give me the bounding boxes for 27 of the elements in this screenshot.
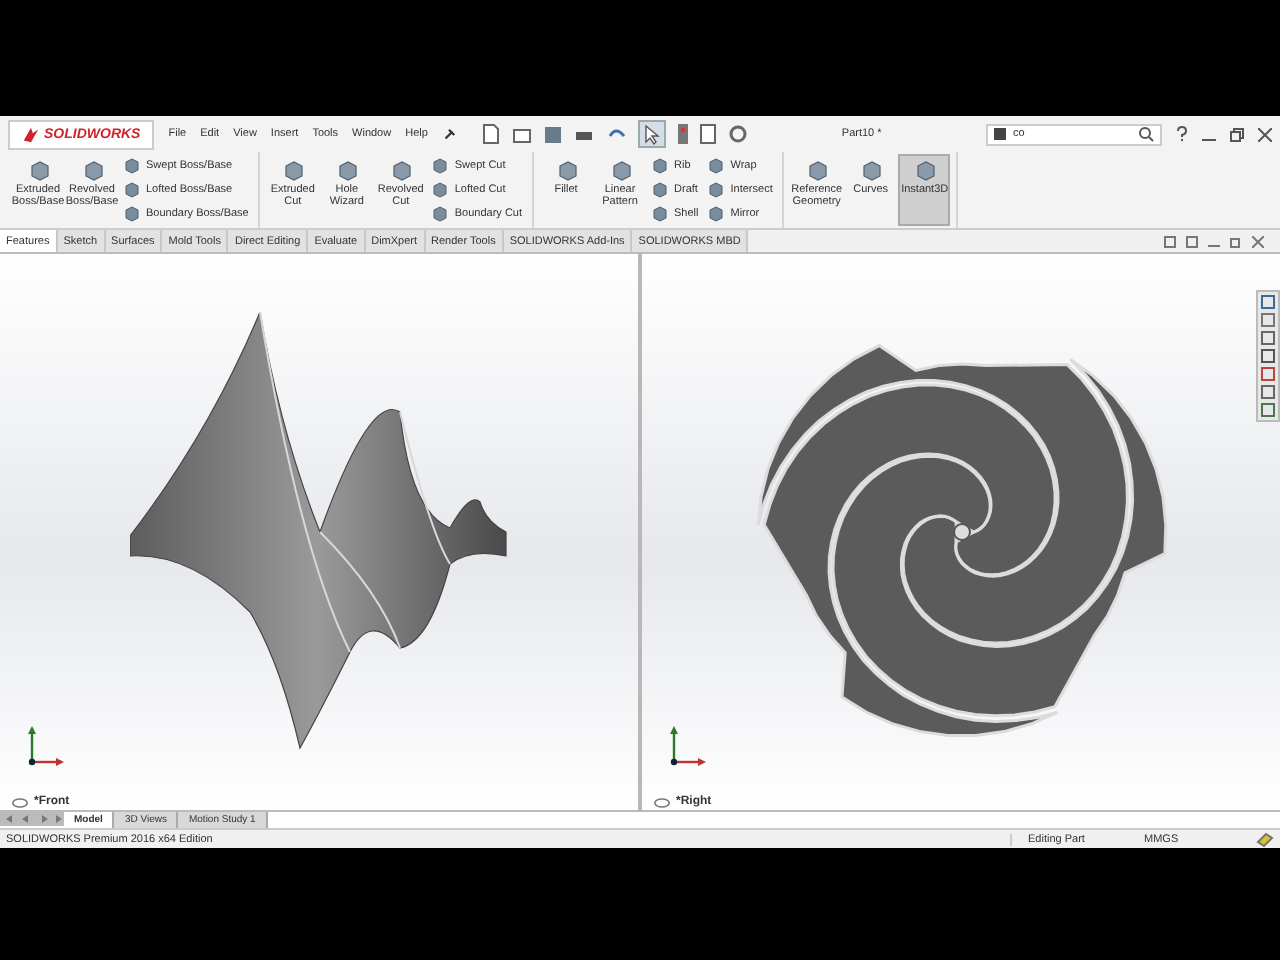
help-icon[interactable] <box>1176 126 1188 142</box>
feature-icon <box>859 160 882 182</box>
feature-icon <box>913 160 936 182</box>
pin-icon[interactable] <box>441 127 456 141</box>
feature-icon <box>389 160 412 182</box>
axis-triad-icon <box>666 722 710 770</box>
restore-icon[interactable] <box>1230 235 1242 247</box>
feature-icon <box>555 160 578 182</box>
close-icon[interactable] <box>1258 127 1272 141</box>
restore-icon[interactable] <box>1230 127 1244 141</box>
feature-icon <box>281 160 304 182</box>
undo-icon[interactable] <box>605 125 626 143</box>
close-icon[interactable] <box>1252 235 1264 247</box>
command-prompt-icon <box>994 128 1007 140</box>
feature-icon <box>27 160 49 182</box>
file-properties-icon[interactable] <box>699 124 716 144</box>
feature-icon <box>335 160 358 182</box>
eye-icon <box>12 797 28 807</box>
new-document-icon[interactable] <box>481 124 500 144</box>
search-icon[interactable] <box>1138 126 1154 142</box>
axis-triad-icon <box>24 722 68 770</box>
save-icon[interactable] <box>543 125 562 143</box>
traffic-light-icon[interactable] <box>677 124 688 144</box>
eye-icon <box>654 797 670 807</box>
feature-icon <box>805 160 828 182</box>
feature-icon <box>609 160 632 182</box>
feature-icon <box>81 160 103 182</box>
